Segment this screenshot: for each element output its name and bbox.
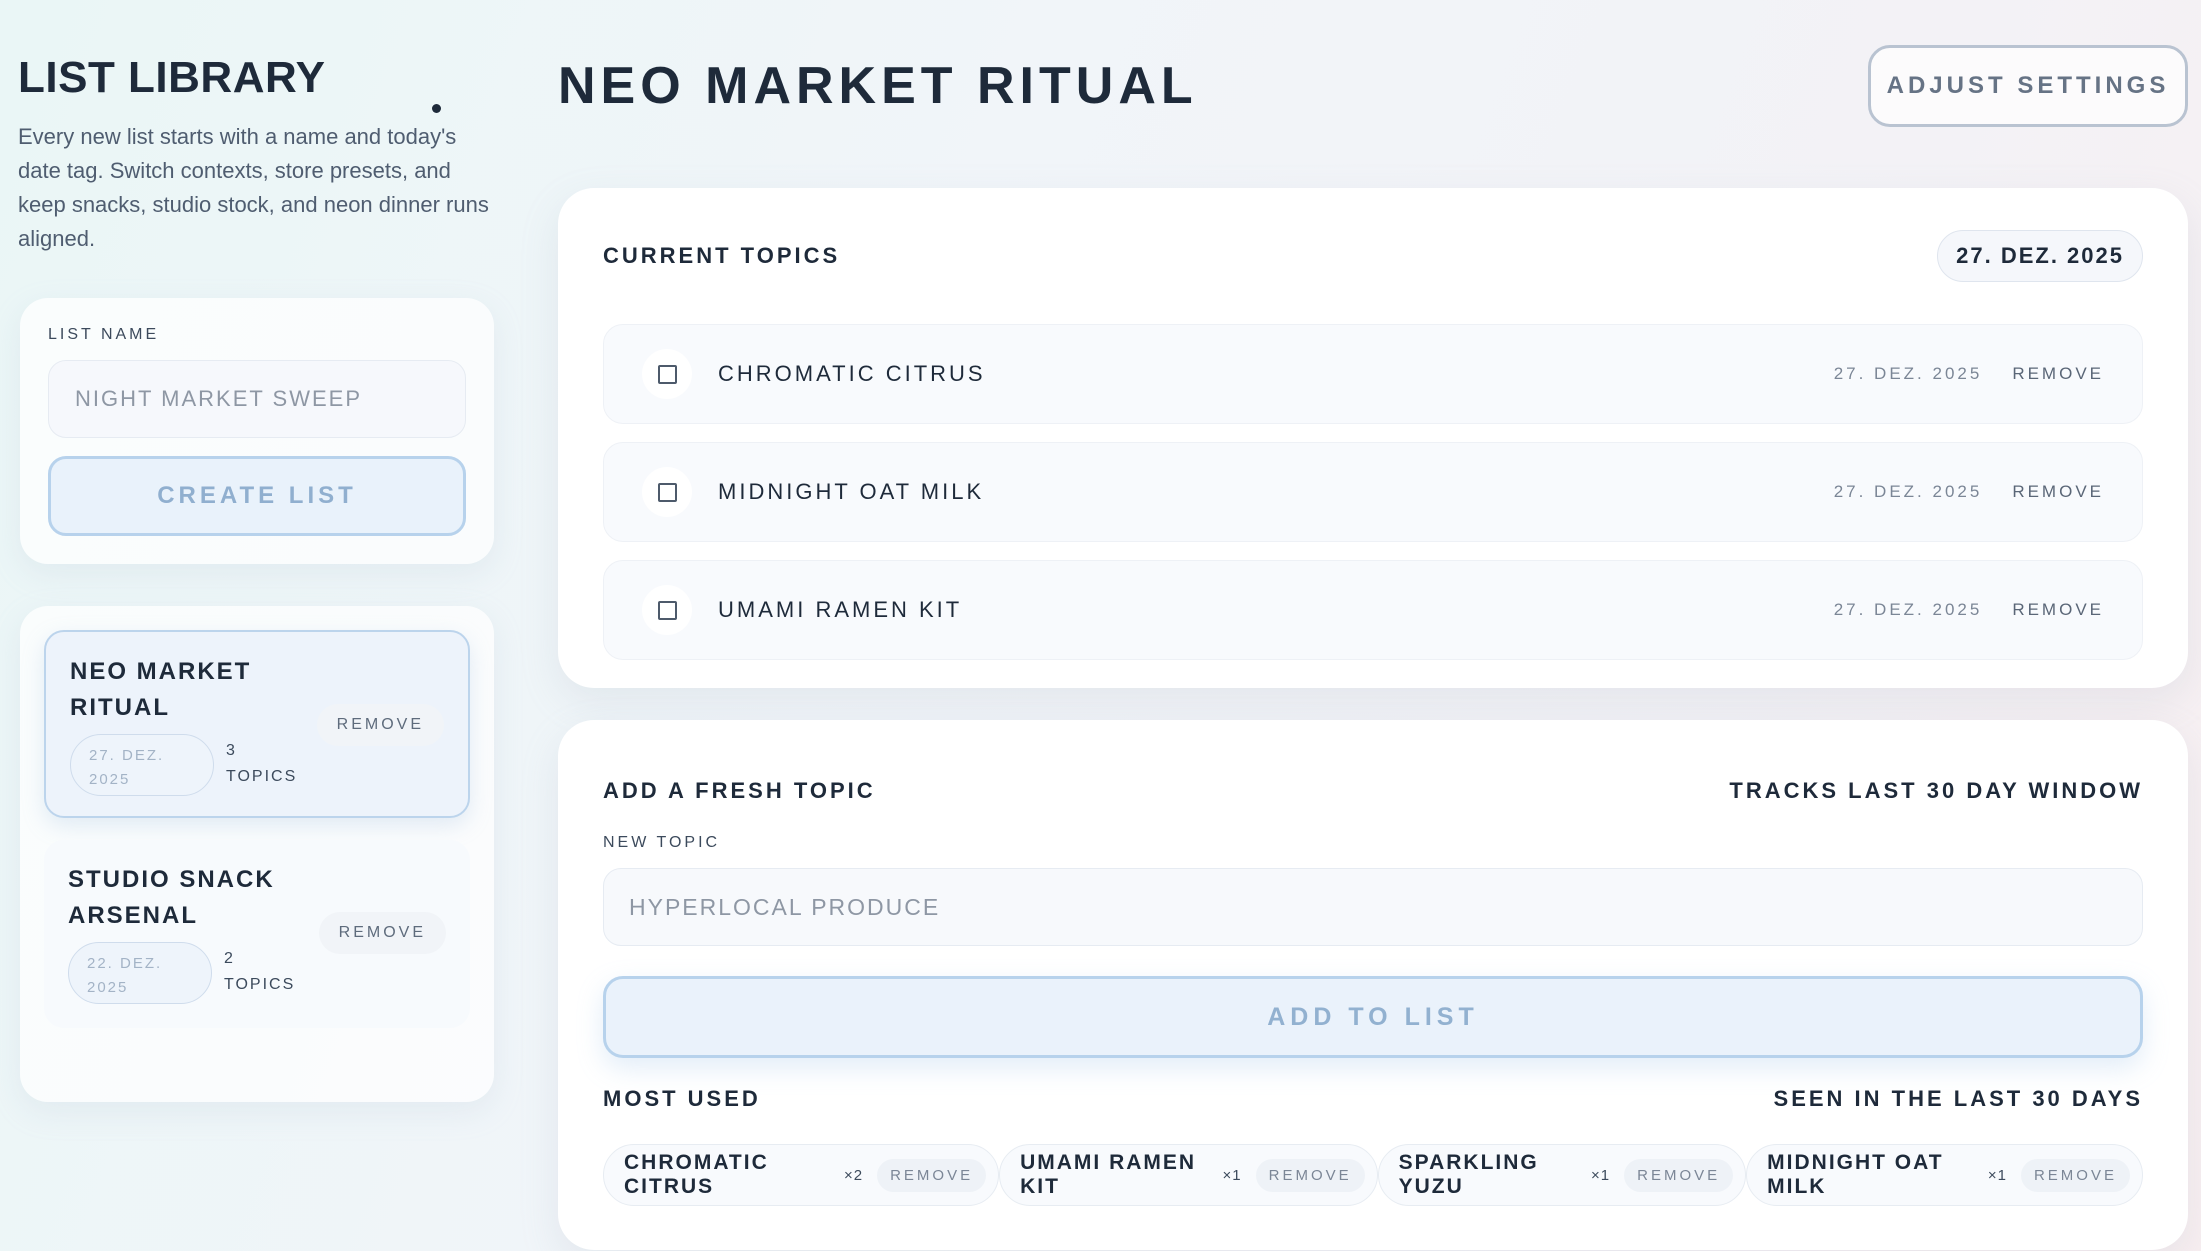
create-list-card: LIST NAME NIGHT MARKET SWEEP CREATE LIST: [20, 298, 494, 564]
chip-remove-button[interactable]: REMOVE: [1255, 1158, 1365, 1192]
list-item-studio-snack-arsenal[interactable]: STUDIO SNACK ARSENAL 22. DEZ. 2025 2 TOP…: [44, 840, 470, 1028]
most-used-chip[interactable]: SPARKLING YUZU ×1 REMOVE: [1377, 1144, 1747, 1206]
list-item-name: NEO MARKET RITUAL: [70, 658, 252, 721]
most-used-chips: CHROMATIC CITRUS ×2 REMOVE UMAMI RAMEN K…: [603, 1144, 2143, 1206]
topic-checkbox[interactable]: [657, 364, 677, 384]
list-remove-button[interactable]: REMOVE: [318, 912, 446, 954]
topic-name: CHROMATIC CITRUS: [718, 361, 986, 386]
most-used-chip[interactable]: CHROMATIC CITRUS ×2 REMOVE: [603, 1144, 1000, 1206]
chip-remove-button[interactable]: REMOVE: [877, 1158, 987, 1192]
chip-count: ×2: [843, 1166, 864, 1184]
add-topic-panel: ADD A FRESH TOPIC TRACKS LAST 30 DAY WIN…: [558, 720, 2188, 1250]
current-topics-title: CURRENT TOPICS: [603, 243, 841, 268]
chip-remove-button[interactable]: REMOVE: [2020, 1158, 2130, 1192]
chip-name: SPARKLING YUZU: [1398, 1151, 1539, 1198]
add-topic-header: ADD A FRESH TOPIC TRACKS LAST 30 DAY WIN…: [603, 766, 2143, 816]
most-used-note: SEEN IN THE LAST 30 DAYS: [1773, 1086, 2143, 1111]
topic-name: MIDNIGHT OAT MILK: [718, 479, 985, 504]
tracking-window-note: TRACKS LAST 30 DAY WINDOW: [1729, 778, 2143, 803]
sidebar-description: Every new list starts with a name and to…: [18, 124, 489, 251]
chip-count: ×1: [1591, 1166, 1611, 1184]
list-item-date-badge: 27. DEZ. 2025: [70, 734, 214, 796]
list-item-name: STUDIO SNACK ARSENAL: [68, 866, 275, 929]
list-item-date-badge: 22. DEZ. 2025: [68, 942, 212, 1004]
list-item-topic-count: 2 TOPICS: [224, 942, 314, 998]
list-collection: NEO MARKET RITUAL 27. DEZ. 2025 3 TOPICS…: [20, 606, 494, 1102]
most-used-chip[interactable]: UMAMI RAMEN KIT ×1 REMOVE: [999, 1144, 1378, 1206]
topic-row: UMAMI RAMEN KIT 27. DEZ. 2025 REMOVE: [603, 560, 2143, 660]
new-topic-input[interactable]: HYPERLOCAL PRODUCE: [603, 868, 2143, 946]
topic-checkbox-wrap[interactable]: [642, 467, 692, 517]
topic-count-value: 2: [224, 950, 235, 967]
topic-count-value: 3: [226, 742, 237, 759]
most-used-title: MOST USED: [603, 1086, 761, 1111]
chip-count: ×1: [1987, 1166, 2007, 1184]
new-topic-label: NEW TOPIC: [603, 834, 721, 851]
chip-remove-button[interactable]: REMOVE: [1624, 1158, 1734, 1192]
topic-row: CHROMATIC CITRUS 27. DEZ. 2025 REMOVE: [603, 324, 2143, 424]
current-topics-panel: CURRENT TOPICS 27. DEZ. 2025 CHROMATIC C…: [558, 188, 2188, 688]
topic-remove-button[interactable]: REMOVE: [2012, 600, 2104, 620]
topic-count-label: TOPICS: [226, 768, 298, 785]
sidebar: LIST LIBRARY Every new list starts with …: [18, 50, 496, 1102]
create-list-button[interactable]: CREATE LIST: [48, 456, 466, 536]
chip-count: ×1: [1222, 1166, 1242, 1184]
topic-checkbox-wrap[interactable]: [642, 585, 692, 635]
adjust-settings-button[interactable]: ADJUST SETTINGS: [1868, 45, 2188, 127]
chip-name: MIDNIGHT OAT MILK: [1767, 1151, 1944, 1198]
sidebar-title: LIST LIBRARY: [18, 53, 326, 102]
add-to-list-button[interactable]: ADD TO LIST: [603, 976, 2143, 1058]
topic-checkbox[interactable]: [657, 600, 677, 620]
most-used-chip[interactable]: MIDNIGHT OAT MILK ×1 REMOVE: [1746, 1144, 2143, 1206]
add-topic-title: ADD A FRESH TOPIC: [603, 778, 876, 803]
current-topics-header: CURRENT TOPICS 27. DEZ. 2025: [603, 188, 2143, 324]
topic-date: 27. DEZ. 2025: [1833, 364, 1983, 383]
topic-name: UMAMI RAMEN KIT: [718, 597, 963, 622]
topic-row: MIDNIGHT OAT MILK 27. DEZ. 2025 REMOVE: [603, 442, 2143, 542]
list-item-neo-market-ritual[interactable]: NEO MARKET RITUAL 27. DEZ. 2025 3 TOPICS…: [44, 630, 470, 818]
chip-name: UMAMI RAMEN KIT: [1020, 1151, 1197, 1198]
current-date-badge: 27. DEZ. 2025: [1937, 230, 2143, 282]
page-title: NEO MARKET RITUAL: [558, 57, 1198, 115]
list-name-label: LIST NAME: [48, 326, 160, 343]
topic-remove-button[interactable]: REMOVE: [2012, 364, 2104, 384]
list-item-topic-count: 3 TOPICS: [226, 734, 316, 790]
most-used-header: MOST USED SEEN IN THE LAST 30 DAYS: [603, 1086, 2143, 1112]
list-remove-button[interactable]: REMOVE: [316, 704, 444, 746]
chip-name: CHROMATIC CITRUS: [624, 1151, 769, 1198]
topic-remove-button[interactable]: REMOVE: [2012, 482, 2104, 502]
list-name-input[interactable]: NIGHT MARKET SWEEP: [48, 360, 466, 438]
topic-count-label: TOPICS: [224, 976, 296, 993]
topic-checkbox-wrap[interactable]: [642, 349, 692, 399]
topic-date: 27. DEZ. 2025: [1833, 600, 1983, 619]
topic-date: 27. DEZ. 2025: [1833, 482, 1983, 501]
topic-checkbox[interactable]: [657, 482, 677, 502]
